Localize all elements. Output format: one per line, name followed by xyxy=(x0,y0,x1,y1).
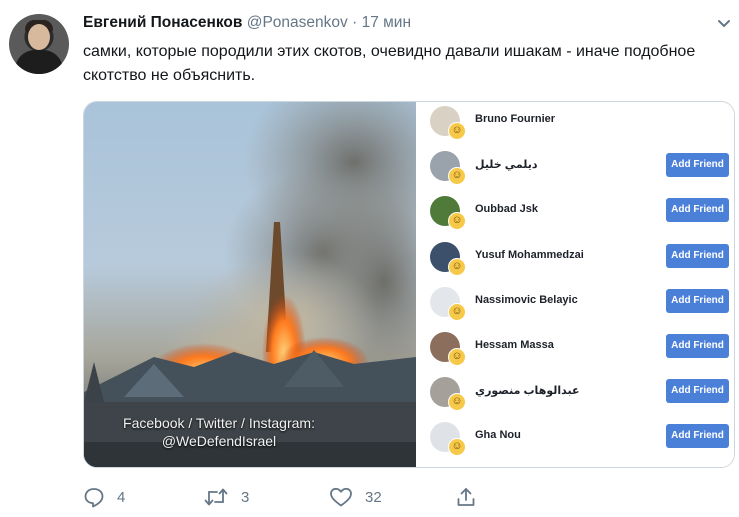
friend-row: ☺ Bruno Fournier xyxy=(416,104,734,148)
tweet-text: самки, которые породили этих скотов, оче… xyxy=(83,43,696,84)
retweet-count: 3 xyxy=(241,488,250,506)
author-name[interactable]: Евгений Понасенков xyxy=(83,14,242,31)
caption-line-1: Facebook / Twitter / Instagram: xyxy=(123,415,315,431)
friend-row: ☺ Oubbad Jsk Add Friend xyxy=(416,194,734,238)
friend-name: Bruno Fournier xyxy=(475,113,556,125)
friend-row: ☺ ديلمي خليل Add Friend xyxy=(416,149,734,193)
friend-row: ☺ عبدالوهاب منصوري Add Friend xyxy=(416,375,734,419)
haha-emoji-icon: ☺ xyxy=(448,303,466,321)
chevron-down-icon[interactable] xyxy=(715,14,733,32)
like-count: 32 xyxy=(365,488,382,506)
friend-row: ☺ Yusuf Mohammedzai Add Friend xyxy=(416,240,734,284)
friend-name: Yusuf Mohammedzai xyxy=(475,249,584,261)
fire-photo: Facebook / Twitter / Instagram: @WeDefen… xyxy=(84,102,416,467)
reply-count: 4 xyxy=(117,488,126,506)
friend-suggestions-panel: ☺ Bruno Fournier ☺ ديلمي خليل Add Friend… xyxy=(416,102,734,467)
add-friend-button[interactable]: Add Friend xyxy=(666,153,729,177)
tweet-timestamp[interactable]: 17 мин xyxy=(362,14,411,31)
friend-name: ديلمي خليل xyxy=(475,159,538,171)
tweet-actions: 4 3 32 xyxy=(83,484,503,510)
friend-row: ☺ Nassimovic Belayic Add Friend xyxy=(416,285,734,329)
author-handle[interactable]: @Ponasenkov xyxy=(247,14,348,31)
tweet-media[interactable]: Facebook / Twitter / Instagram: @WeDefen… xyxy=(83,101,735,468)
friend-name: Nassimovic Belayic xyxy=(475,294,578,306)
friend-row: ☺ Hessam Massa Add Friend xyxy=(416,330,734,374)
haha-emoji-icon: ☺ xyxy=(448,348,466,366)
friend-row: ☺ Gha Nou Add Friend xyxy=(416,420,734,464)
friend-name: عبدالوهاب منصوري xyxy=(475,385,580,397)
add-friend-button[interactable]: Add Friend xyxy=(666,198,729,222)
reply-action[interactable]: 4 xyxy=(83,484,125,510)
friend-name: Oubbad Jsk xyxy=(475,203,538,215)
haha-emoji-icon: ☺ xyxy=(448,212,466,230)
retweet-action[interactable]: 3 xyxy=(203,484,249,510)
tweet-header: Евгений Понасенков @Ponasenkov · 17 мин xyxy=(83,14,411,32)
photo-caption: Facebook / Twitter / Instagram: @WeDefen… xyxy=(84,414,354,450)
friend-name: Hessam Massa xyxy=(475,339,554,351)
add-friend-button[interactable]: Add Friend xyxy=(666,244,729,268)
add-friend-button[interactable]: Add Friend xyxy=(666,379,729,403)
like-action[interactable]: 32 xyxy=(329,484,382,510)
header-separator: · xyxy=(352,14,358,31)
heart-icon xyxy=(330,487,352,507)
retweet-icon xyxy=(204,488,228,506)
add-friend-button[interactable]: Add Friend xyxy=(666,289,729,313)
avatar-face xyxy=(28,24,50,50)
friend-name: Gha Nou xyxy=(475,429,521,441)
caption-line-2: @WeDefendIsrael xyxy=(161,433,277,449)
haha-emoji-icon: ☺ xyxy=(448,122,466,140)
haha-emoji-icon: ☺ xyxy=(448,167,466,185)
haha-emoji-icon: ☺ xyxy=(448,438,466,456)
add-friend-button[interactable]: Add Friend xyxy=(666,424,729,448)
reply-icon xyxy=(84,488,104,508)
haha-emoji-icon: ☺ xyxy=(448,393,466,411)
share-action[interactable] xyxy=(455,484,477,510)
add-friend-button[interactable]: Add Friend xyxy=(666,334,729,358)
author-avatar[interactable] xyxy=(9,14,69,74)
share-icon xyxy=(457,488,475,506)
avatar-body xyxy=(15,50,63,74)
haha-emoji-icon: ☺ xyxy=(448,258,466,276)
